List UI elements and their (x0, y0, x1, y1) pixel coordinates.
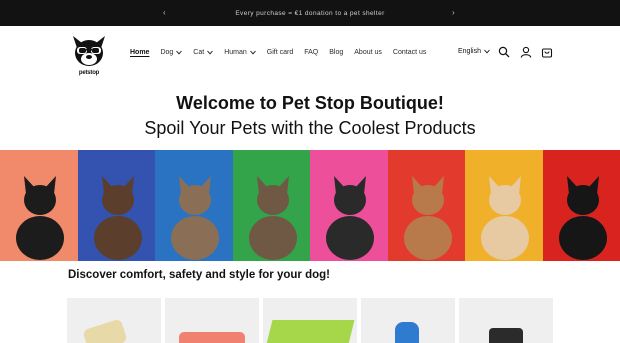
bulldog-logo-icon (73, 36, 105, 66)
nav-item-human[interactable]: Human (224, 49, 256, 56)
product-image (82, 318, 128, 343)
chevron-right-icon[interactable]: › (452, 8, 455, 18)
announcement-bar: ‹ Every purchase = €1 donation to a pet … (0, 0, 620, 26)
nav-item-label: Home (130, 49, 150, 56)
announcement-text: Every purchase = €1 donation to a pet sh… (235, 9, 385, 17)
product-card[interactable] (67, 298, 161, 343)
nav-item-label: Dog (160, 49, 174, 56)
site-header: petstop Home Dog Cat Human Gift card FAQ Blog A… (0, 26, 620, 82)
nav-item-label: About us (354, 49, 382, 56)
banner-panel-3 (155, 150, 233, 261)
dog-photo (403, 176, 452, 260)
main-nav: Home Dog Cat Human Gift card FAQ Blog About us C… (130, 49, 437, 56)
hero-banner-image (0, 150, 620, 261)
chevron-down-icon (176, 50, 183, 55)
cart-icon[interactable] (541, 46, 553, 58)
banner-panel-8 (542, 150, 620, 261)
product-image (265, 320, 355, 343)
product-image (489, 328, 523, 343)
nav-item-about-us[interactable]: About us (354, 49, 382, 56)
chevron-down-icon (484, 49, 490, 54)
hero-title: Welcome to Pet Stop Boutique! (176, 93, 444, 113)
chevron-down-icon (249, 50, 256, 55)
logo-text: petstop (78, 70, 100, 76)
nav-item-gift-card[interactable]: Gift card (267, 49, 293, 56)
dog-photo (481, 176, 529, 260)
nav-item-label: Human (224, 49, 247, 56)
banner-panel-1 (0, 150, 78, 261)
dog-photo (248, 176, 297, 260)
banner-panel-4 (232, 150, 310, 261)
nav-item-contact-us[interactable]: Contact us (393, 49, 426, 56)
banner-panel-7 (465, 150, 543, 261)
product-card[interactable] (361, 298, 455, 343)
nav-item-label: FAQ (304, 49, 319, 56)
nav-item-label: Blog (329, 49, 344, 56)
account-icon[interactable] (520, 46, 532, 58)
nav-item-blog[interactable]: Blog (329, 49, 343, 56)
product-card[interactable] (263, 298, 357, 343)
product-grid (67, 298, 557, 343)
nav-item-label: Cat (193, 49, 205, 56)
dog-photo (93, 176, 142, 260)
nav-item-label: Gift card (266, 49, 294, 56)
banner-panel-6 (387, 150, 465, 261)
nav-item-faq[interactable]: FAQ (304, 49, 318, 56)
section-heading: Discover comfort, safety and style for y… (68, 269, 331, 281)
language-label: English (458, 48, 481, 55)
banner-panel-2 (77, 150, 155, 261)
product-image (179, 332, 245, 343)
search-icon[interactable] (498, 46, 510, 58)
logo[interactable]: petstop (70, 32, 108, 78)
nav-item-home[interactable]: Home (130, 49, 149, 56)
product-card[interactable] (165, 298, 259, 343)
nav-item-label: Contact us (392, 49, 427, 56)
dog-photo (326, 176, 374, 260)
dog-photo (16, 176, 64, 260)
banner-panel-5 (310, 150, 388, 261)
product-image (395, 322, 419, 343)
hero-subtitle: Spoil Your Pets with the Coolest Product… (144, 118, 476, 138)
chevron-left-icon[interactable]: ‹ (163, 8, 166, 18)
nav-item-dog[interactable]: Dog (160, 49, 183, 56)
product-card[interactable] (459, 298, 553, 343)
dog-photo (171, 176, 219, 260)
chevron-down-icon (207, 50, 214, 55)
dog-photo (558, 176, 607, 260)
nav-item-cat[interactable]: Cat (193, 49, 214, 56)
language-selector[interactable]: English (458, 48, 490, 55)
